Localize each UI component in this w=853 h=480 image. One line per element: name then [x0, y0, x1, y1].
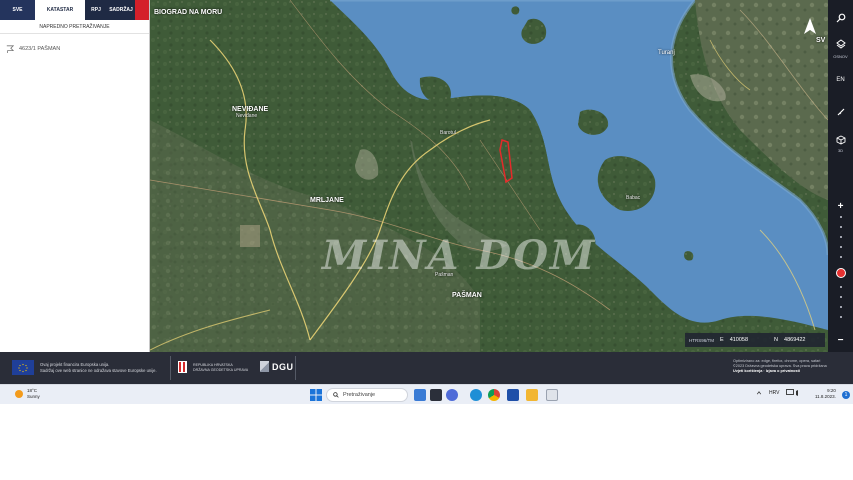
map-imagery: [150, 0, 828, 352]
tab-accent-marker: [135, 0, 149, 20]
agency-name-line-2: DRŽAVNA GEODETSKA UPRAVA: [193, 368, 249, 372]
3d-label: 3D: [837, 148, 844, 153]
footer-legal: Optimizirano za: edge, firefox, chrome, …: [733, 359, 843, 374]
file-explorer-icon[interactable]: [526, 389, 538, 401]
language-indicator[interactable]: HRV: [769, 390, 779, 396]
language-button[interactable]: EN: [828, 70, 853, 90]
parcel-flag-icon: [6, 45, 14, 53]
northing-label: N: [774, 337, 779, 343]
place-label-biograd: BIOGRAD NA MORU: [154, 9, 223, 16]
northing-value: 4869422: [784, 337, 806, 343]
zoom-tick: [840, 216, 842, 218]
map-view[interactable]: BIOGRAD NA MORU Turanj NEVIĐANE Neviđane…: [150, 0, 828, 352]
zoom-tick: [840, 296, 842, 298]
place-label-turanj: Turanj: [658, 50, 675, 56]
footer-terms-link[interactable]: Uvjeti korištenja · Izjava o privatnosti: [733, 369, 843, 374]
dgu-logo-text: DGU: [272, 361, 294, 372]
eu-flag-icon: [12, 360, 34, 375]
taskbar-search-placeholder: Pretraživanje: [343, 392, 376, 398]
agency-name: REPUBLIKA HRVATSKA DRŽAVNA GEODETSKA UPR…: [193, 363, 248, 373]
crs-label: HTRS96/TM: [689, 337, 715, 343]
easting-value: 410058: [729, 337, 749, 343]
tab-katastar[interactable]: KATASTAR: [35, 0, 85, 20]
zoom-tick: [840, 246, 842, 248]
advanced-search-link[interactable]: NAPREDNO PRETRAŽIVANJE: [0, 20, 149, 34]
app-icon[interactable]: [546, 389, 558, 401]
zoom-slider-handle[interactable]: [836, 268, 846, 278]
zoom-tick: [840, 256, 842, 258]
3d-view-button[interactable]: [828, 130, 853, 150]
zoom-tick: [840, 226, 842, 228]
place-label-nevidane-small: Neviđane: [236, 113, 258, 119]
dgu-mark-icon: [260, 361, 269, 372]
coordinates-readout: HTRS96/TM E 410058 N 4869422: [685, 333, 825, 347]
chevron-up-icon[interactable]: [756, 390, 762, 396]
ruler-icon: [837, 108, 844, 116]
chrome-browser-icon[interactable]: [488, 389, 500, 401]
zoom-tick: [840, 306, 842, 308]
zoom-tick: [840, 286, 842, 288]
place-label-barotul: Barotul: [440, 130, 456, 136]
weather-description: Sunny: [27, 393, 40, 399]
task-view-icon[interactable]: [430, 389, 442, 401]
tab-rpj[interactable]: RPJ: [85, 0, 107, 20]
search-panel: SVE KATASTAR RPJ SADRŽAJ NAPREDNO PRETRA…: [0, 0, 150, 352]
edge-browser-icon[interactable]: [470, 389, 482, 401]
cube-icon: [836, 135, 845, 145]
notification-badge[interactable]: 1: [842, 391, 850, 399]
sun-icon: [15, 389, 23, 398]
network-volume-icon[interactable]: [786, 389, 800, 397]
watermark-logo: MINA DOM: [322, 232, 597, 279]
windows-taskbar: 18°C Sunny Pretraživanje HRV 9:20 11.8.2…: [0, 384, 853, 404]
layers-button[interactable]: [828, 34, 853, 54]
place-label-sv: SV: [816, 37, 826, 44]
footer-divider: [295, 356, 296, 380]
dgu-logo[interactable]: DGU: [260, 361, 294, 372]
eu-stars-icon: [18, 363, 28, 372]
tab-bar: SVE KATASTAR RPJ SADRŽAJ: [0, 0, 149, 20]
tab-sve[interactable]: SVE: [0, 0, 35, 20]
taskbar-search[interactable]: Pretraživanje: [326, 388, 408, 402]
search-icon: [333, 392, 339, 398]
system-tray: HRV: [756, 389, 800, 397]
zoom-tick: [840, 236, 842, 238]
layers-icon: [835, 39, 846, 49]
result-item-label: 4623/1 PAŠMAN: [19, 46, 61, 52]
widgets-icon[interactable]: [414, 389, 426, 401]
tab-sadrzaj[interactable]: SADRŽAJ: [107, 0, 135, 20]
place-label-mrljane: MRLJANE: [310, 197, 344, 204]
page-footer: Ovaj projekt financira Europska unija. S…: [0, 352, 853, 384]
eu-notice-line-2: Sadržaj ove web stranice ne odražava sta…: [40, 368, 157, 373]
clock-date: 11.8.2023.: [815, 394, 836, 399]
measure-button[interactable]: [828, 102, 853, 122]
windows-start-icon[interactable]: [310, 389, 322, 401]
place-label-pasman: PAŠMAN: [452, 292, 482, 299]
chat-icon[interactable]: [446, 389, 458, 401]
result-item[interactable]: 4623/1 PAŠMAN: [6, 45, 60, 53]
eu-notice: Ovaj projekt financira Europska unija. S…: [40, 362, 157, 374]
footer-divider: [170, 356, 171, 380]
app-screen: SVE KATASTAR RPJ SADRŽAJ NAPREDNO PRETRA…: [0, 0, 853, 404]
zoom-slider[interactable]: [840, 212, 842, 322]
search-tool-button[interactable]: [828, 8, 853, 28]
search-icon: [836, 13, 845, 23]
easting-label: E: [720, 337, 724, 343]
place-label-babac: Babac: [626, 195, 641, 201]
weather-text: 18°C Sunny: [27, 388, 40, 399]
zoom-out-button[interactable]: −: [828, 330, 853, 350]
osnov-label: OSNOV: [833, 54, 848, 59]
weather-widget[interactable]: 18°C Sunny: [15, 388, 40, 399]
place-label-nevidane: NEVIĐANE: [232, 106, 269, 113]
croatia-crest-icon: [178, 361, 187, 373]
system-clock[interactable]: 9:20 11.8.2023.: [815, 388, 836, 400]
zoom-tick: [840, 316, 842, 318]
outlook-icon[interactable]: [507, 389, 519, 401]
